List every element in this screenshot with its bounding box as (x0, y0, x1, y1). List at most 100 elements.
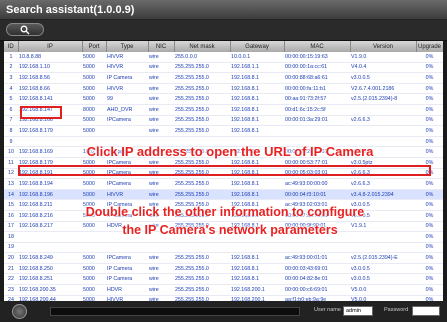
table-row[interactable]: 4 192.168.8.66 5000 HIVVR wire 255.255.255.0 1… (4, 83, 443, 95)
ip-address-cell[interactable]: 192.168.8.194 (18, 178, 82, 190)
ip-address-cell[interactable] (18, 242, 82, 254)
table-row[interactable]: 13 192.168.8.194 5000 IPCamera wire 255.255.2… (4, 178, 443, 190)
table-cell: 99 (106, 93, 148, 105)
ip-address-cell[interactable]: 10.8.8.88 (18, 52, 82, 63)
table-cell: 0% (416, 252, 443, 264)
table-cell: wire (148, 284, 174, 296)
table-cell: 6 (4, 104, 18, 116)
table-cell: 11 (4, 157, 18, 169)
column-header[interactable]: Gateway (230, 41, 285, 52)
table-row[interactable]: 20 192.168.8.249 5000 IPCamera wire 255.255.2… (4, 252, 443, 264)
table-cell: 255.255.255.0 (174, 62, 230, 74)
ip-address-cell[interactable]: 192.168.8.196 (18, 189, 82, 201)
table-row[interactable]: 6 192.168.8.147 8000 AHD_DVR wire 255.255.255… (4, 104, 443, 116)
table-cell: 00:00:00:fa:11:b1 (284, 83, 350, 95)
bottom-bar: User name admin Password (0, 301, 447, 322)
ip-address-cell[interactable]: 192.168.8.66 (18, 83, 82, 95)
table-cell: 255.255.255.0 (174, 93, 230, 105)
username-field[interactable]: admin (343, 306, 373, 316)
table-cell: 192.168.8.1 (230, 125, 284, 137)
table-cell: 5000 (82, 62, 106, 74)
ip-address-cell[interactable]: 192.168.1.10 (18, 62, 82, 74)
table-row[interactable]: 14 192.168.8.196 5000 HIVVR wire 255.255.255.… (4, 189, 443, 201)
table-cell: wire (148, 115, 174, 127)
ip-address-cell[interactable]: 192.168.8.179 (18, 125, 82, 137)
table-cell: 0% (416, 273, 443, 286)
table-cell: 0% (416, 72, 443, 84)
ip-address-cell[interactable]: 192.168.200.35 (18, 284, 82, 296)
search-button[interactable] (6, 23, 44, 36)
table-cell: 00:00:04:f3:10:01 (284, 189, 350, 201)
table-cell: 255.255.255.0 (174, 125, 230, 137)
table-row[interactable]: 21 192.168.8.250 5000 IP Camera wire 255.255.… (4, 263, 443, 275)
table-row[interactable]: 7 192.168.8.166 5000 IPCamera wire 255.255.25… (4, 115, 443, 127)
column-header[interactable]: NIC (148, 41, 175, 52)
table-row[interactable]: 19 0% (4, 242, 443, 254)
table-cell: IPCamera (106, 115, 148, 127)
table-cell: V4.0.4 (350, 62, 416, 74)
table-cell: 1 (4, 52, 18, 63)
ip-address-cell[interactable]: 192.168.8.147 (18, 104, 82, 116)
table-cell: 00:00:01:3a:29:01 (284, 115, 350, 127)
table-cell: 255.0.0.0 (174, 52, 230, 63)
table-cell: wire (148, 168, 174, 180)
ip-address-cell[interactable]: 192.168.8.251 (18, 273, 82, 286)
column-header[interactable]: Net mask (174, 41, 231, 52)
ip-address-cell[interactable]: 192.168.8.250 (18, 263, 82, 275)
table-cell: 0% (416, 242, 443, 254)
ip-address-cell[interactable]: 192.168.8.141 (18, 93, 82, 105)
table-cell: 10 (4, 146, 18, 158)
table-cell: IP Camera (106, 263, 148, 275)
table-cell: IPCamera (106, 252, 148, 264)
table-row[interactable]: 8 192.168.8.179 5000 wire 255.255.255.0 192.1… (4, 125, 443, 137)
table-cell: 255.255.255.0 (174, 72, 230, 84)
table-header: ID IP Port Type NIC Net mask Gateway MAC Version… (4, 41, 443, 52)
table-cell: wire (148, 83, 174, 95)
table-cell: 00:00:03:43:69:01 (284, 263, 350, 275)
ip-address-cell[interactable]: 192.168.8.166 (18, 115, 82, 127)
table-row[interactable]: 1 10.8.8.88 5000 HIVVR wire 255.0.0.0 10.0.0.1… (4, 52, 443, 63)
table-row[interactable]: 3 192.168.8.56 5000 IP Camera wire 255.255.25… (4, 72, 443, 84)
table-cell: 18 (4, 231, 18, 243)
column-header[interactable]: Type (106, 41, 149, 52)
table-cell: 00:00:88:68:a6:61 (284, 72, 350, 84)
table-cell: 0% (416, 93, 443, 105)
table-cell: 12 (4, 168, 18, 180)
column-header[interactable]: Port (82, 41, 107, 52)
table-cell: 00:00:05:03:03:01 (284, 168, 350, 180)
table-cell: V1.9.0 (350, 52, 416, 63)
table-cell: v2.6.6.3 (350, 115, 416, 127)
column-header[interactable]: IP (18, 41, 83, 52)
ip-address-cell[interactable]: 192.168.8.249 (18, 252, 82, 264)
column-header[interactable]: Version (350, 41, 417, 52)
ip-address-cell[interactable]: 192.168.8.191 (18, 168, 82, 180)
ip-address-cell[interactable]: 192.168.8.179 (18, 157, 82, 169)
table-row[interactable]: 2 192.168.1.10 5000 HIVVR wire 255.255.255.0 1… (4, 62, 443, 74)
table-cell: wire (148, 178, 174, 190)
column-header[interactable]: ID (4, 41, 19, 52)
refresh-button[interactable] (12, 304, 27, 319)
table-row[interactable]: 11 192.168.8.179 5000 IPCamera wire 255.255.2… (4, 157, 443, 169)
table-cell: 192.168.1.1 (230, 62, 284, 74)
ip-address-cell[interactable]: 192.168.8.56 (18, 72, 82, 84)
table-cell: 5000 (82, 52, 106, 63)
table-cell: wire (148, 157, 174, 169)
table-row[interactable]: 22 192.168.8.251 5000 IP Camera wire 255.255.… (4, 273, 443, 286)
table-cell: 255.255.255.0 (174, 252, 230, 264)
column-header[interactable]: Upgrade (416, 41, 443, 52)
column-header[interactable]: MAC (284, 41, 351, 52)
table-cell: 255.255.255.0 (174, 115, 230, 127)
table-cell: 255.255.255.0 (174, 83, 230, 95)
table-cell: V2.6.7.4.001.2186 (350, 83, 416, 95)
table-cell: 5000 (82, 178, 106, 190)
table-cell: 5000 (82, 168, 106, 180)
table-row[interactable]: 12 192.168.8.191 5000 IPCamera wire 255.255.2… (4, 168, 443, 180)
table-cell (82, 242, 106, 254)
table-cell: wire (148, 93, 174, 105)
password-field[interactable] (412, 306, 440, 316)
table-row[interactable]: 5 192.168.8.141 5000 99 wire 255.255.255.0 192… (4, 93, 443, 105)
table-cell: 192.168.8.1 (230, 104, 284, 116)
table-cell: 192.168.8.1 (230, 72, 284, 84)
table-row[interactable]: 23 192.168.200.35 5000 HDVR wire 255.255.255.… (4, 284, 443, 296)
table-cell: 255.255.255.0 (174, 284, 230, 296)
